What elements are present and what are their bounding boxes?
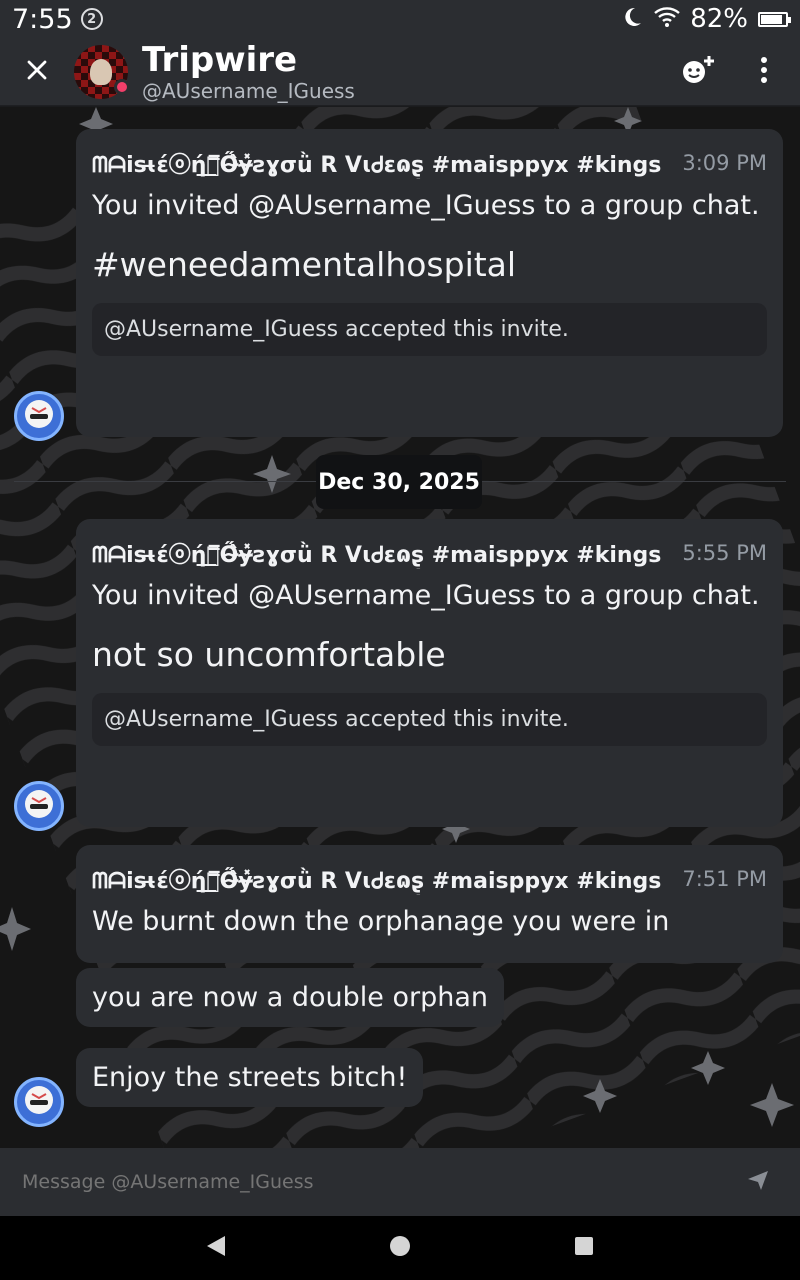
invite-card[interactable]: @AUsername_IGuess accepted this invite. [92,693,767,746]
status-time: 7:55 [12,3,73,35]
message-text-large: #weneedamentalhospital [92,245,517,284]
message-group[interactable]: ᗰᗩisɩ̶ɛ́ⓞή͟Ⓓ̿Ő̴̂ɏ̴̽ꙅɣσǜ R VɩᏧɛɷʂ̦ #maisp… [76,519,783,827]
add-friend-button[interactable] [678,52,718,92]
message-author[interactable]: ᗰᗩisɩ̶ɛ́ⓞή͟Ⓓ̿Ő̴̂ɏ̴̽ꙅɣσǜ R VɩᏧɛɷʂ̦ #maisp… [92,537,661,569]
send-icon [746,1168,770,1196]
invite-card[interactable]: @AUsername_IGuess accepted this invite. [92,303,767,356]
message-text: You invited @AUsername_IGuess to a group… [92,580,760,611]
avatar-face-icon [21,396,57,436]
add-friend-icon [680,54,716,90]
message-composer [0,1148,800,1216]
wifi-icon [654,6,681,32]
message-author[interactable]: ᗰᗩisɩ̶ɛ́ⓞή͟Ⓓ̿Ő̴̂ɏ̴̽ꙅɣσǜ R VɩᏧɛɷʂ̦ #maisp… [92,147,661,179]
system-navigation-bar [0,1216,800,1280]
back-button[interactable] [194,1226,238,1270]
close-button[interactable] [16,51,58,93]
chat-header: Tripwire @AUsername_IGuess [0,38,800,106]
contact-avatar[interactable] [74,44,130,99]
message-list[interactable]: ᗰᗩisɩ̶ɛ́ⓞή͟Ⓓ̿Ő̴̂ɏ̴̽ꙅɣσǜ R VɩᏧɛɷʂ̦ #maisp… [0,107,800,1148]
sender-avatar[interactable] [14,391,64,441]
back-triangle-icon [205,1234,227,1262]
message-timestamp: 7:51 PM [682,867,767,891]
notification-count-badge: 2 [80,8,103,30]
message-bubble[interactable]: Enjoy the streets bitch! [76,1048,424,1107]
battery-level-fill [761,14,783,24]
message-timestamp: 5:55 PM [682,541,767,565]
close-icon [25,58,49,86]
sender-avatar[interactable] [14,1077,64,1127]
battery-icon [758,11,791,27]
recents-square-icon [574,1236,594,1260]
message-group[interactable]: ᗰᗩisɩ̶ɛ́ⓞή͟Ⓓ̿Ő̴̂ɏ̴̽ꙅɣσǜ R VɩᏧɛɷʂ̦ #maisp… [76,845,783,963]
send-button[interactable] [738,1162,778,1202]
date-divider: Dec 30, 2025 [316,455,482,509]
contact-info[interactable]: Tripwire @AUsername_IGuess [142,41,678,103]
battery-percent: 82% [690,4,748,34]
recents-button[interactable] [562,1226,606,1270]
message-timestamp: 3:09 PM [682,151,767,175]
message-author[interactable]: ᗰᗩisɩ̶ɛ́ⓞή͟Ⓓ̿Ő̴̂ɏ̴̽ꙅɣσǜ R VɩᏧɛɷʂ̦ #maisp… [92,863,661,895]
home-circle-icon [389,1235,411,1261]
more-icon [760,56,768,87]
message-input[interactable] [22,1171,738,1193]
sender-avatar[interactable] [14,781,64,831]
contact-name: Tripwire [142,39,298,80]
contact-handle: @AUsername_IGuess [142,78,355,103]
message-bubble[interactable]: you are now a double orphan [76,968,504,1027]
message-text: You invited @AUsername_IGuess to a group… [92,190,760,221]
message-group[interactable]: ᗰᗩisɩ̶ɛ́ⓞή͟Ⓓ̿Ő̴̂ɏ̴̽ꙅɣσǜ R VɩᏧɛɷʂ̦ #maisp… [76,129,783,437]
moon-icon [620,5,644,33]
avatar-face-icon [21,786,57,826]
status-indicator [114,78,130,95]
message-text-large: not so uncomfortable [92,635,446,674]
status-bar: 7:55 2 82% [0,0,800,38]
home-button[interactable] [378,1226,422,1270]
more-options-button[interactable] [744,52,784,92]
avatar-face-icon [21,1082,57,1122]
message-text: We burnt down the orphanage you were in [92,906,670,937]
